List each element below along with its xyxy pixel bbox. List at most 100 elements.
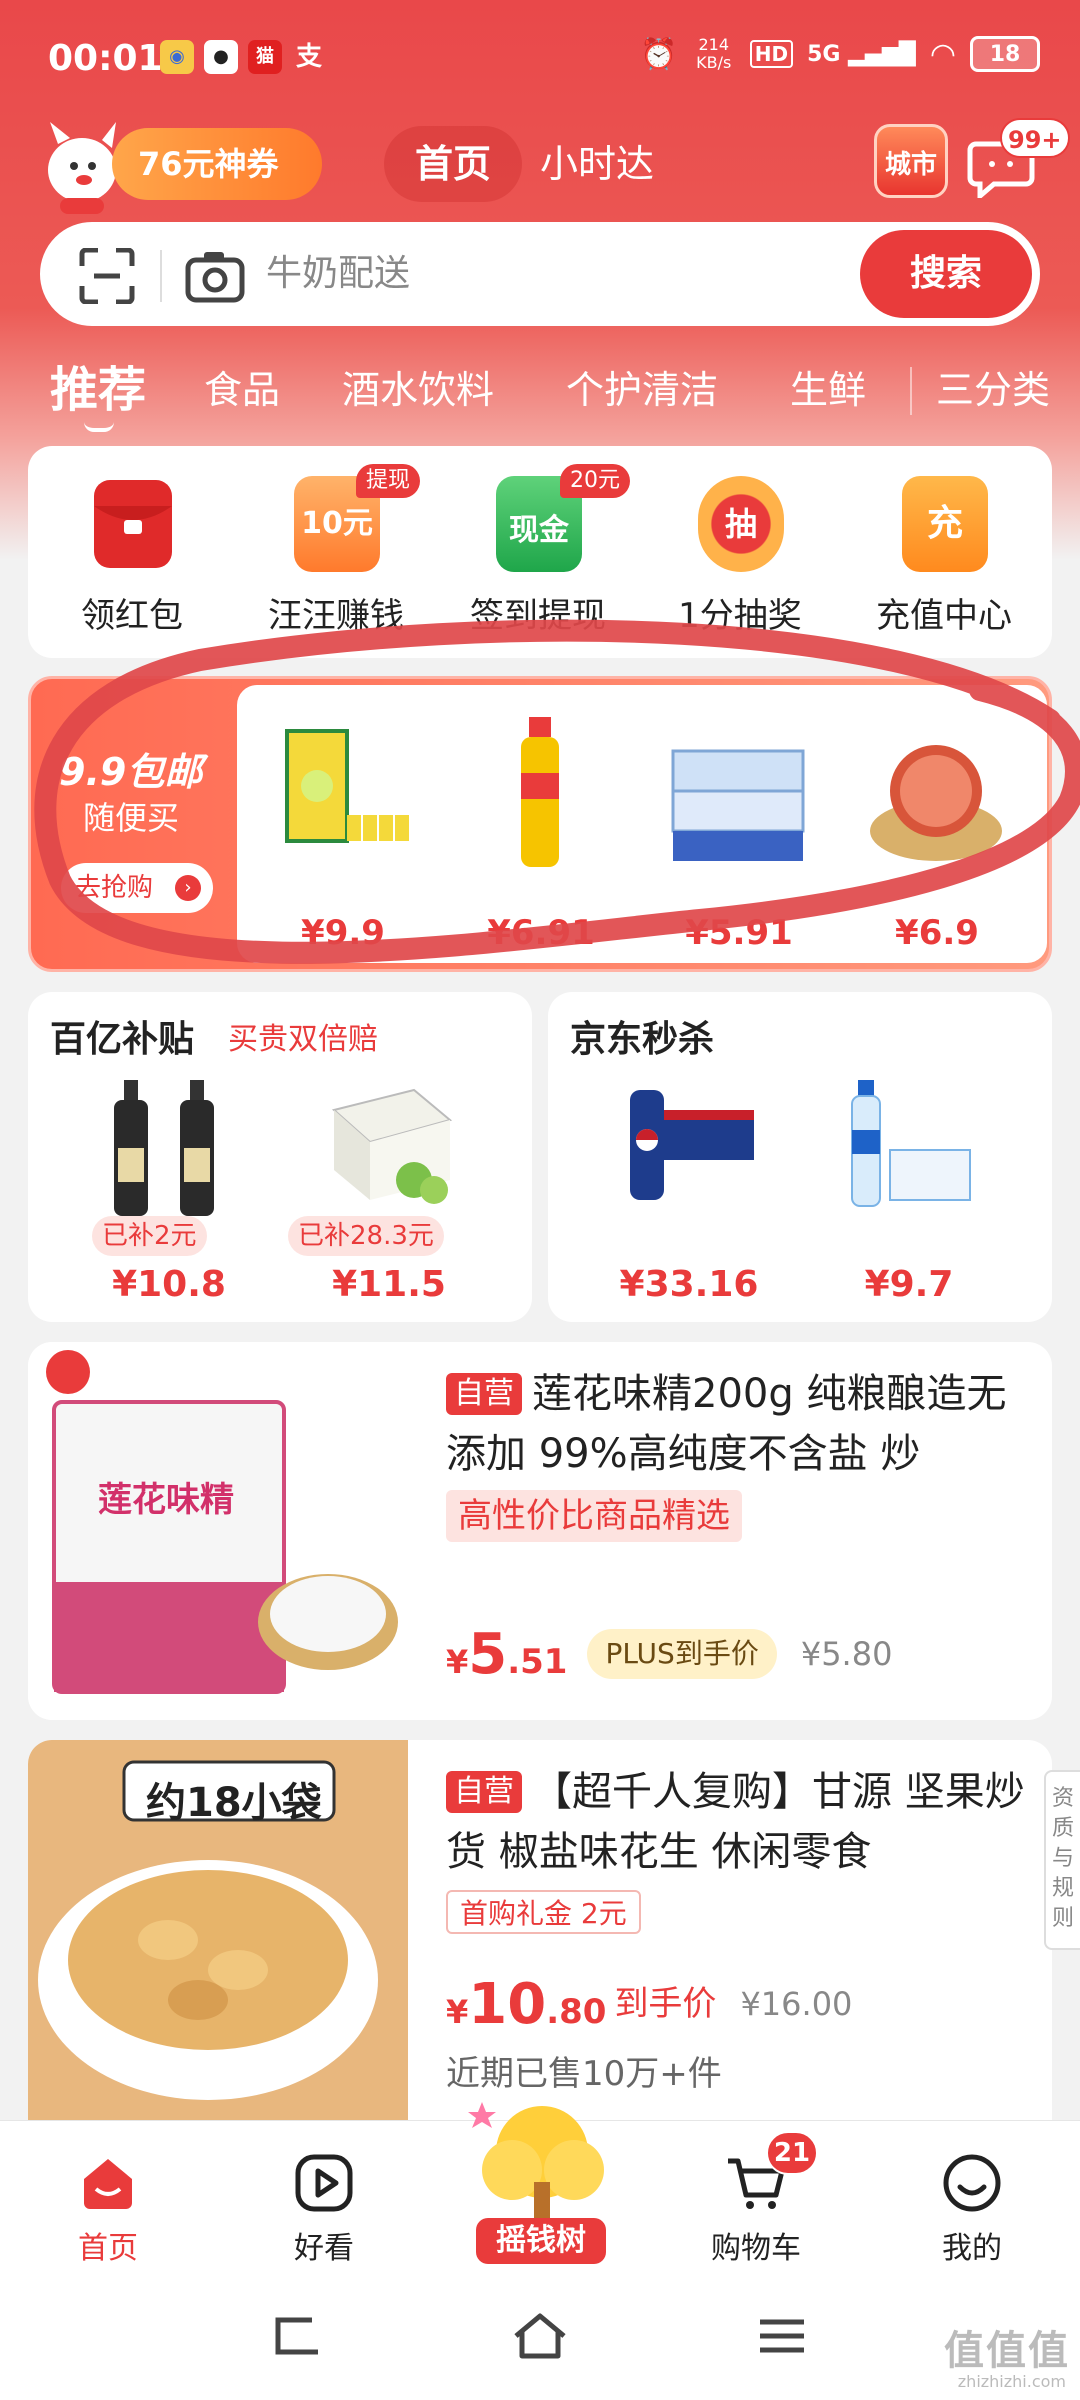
tmall-icon: 猫: [248, 40, 282, 74]
category-tabs: 推荐 食品 酒水饮料 个护清洁 生鲜 三分类: [0, 345, 1080, 435]
quick-lottery-label: 1分抽奖: [678, 596, 802, 636]
qualification-rules-tab[interactable]: 资质与规则: [1044, 1770, 1080, 1950]
lottery-icon: 抽: [698, 476, 784, 572]
deal-item-price: ¥6.91: [487, 913, 595, 953]
home-system-icon[interactable]: [510, 2306, 570, 2366]
product-title[interactable]: 自营 【超千人复购】甘源 坚果炒货 椒盐味花生 休闲零食: [446, 1762, 1046, 1882]
battery-icon: 18: [970, 36, 1040, 72]
deal-title: 9.9包邮: [59, 750, 203, 794]
play-nav-icon: [295, 2154, 353, 2212]
nav-cart-label: 购物车: [711, 2231, 801, 2266]
deal-item[interactable]: ¥6.9: [847, 701, 1027, 961]
deal-subtitle: 随便买: [83, 799, 180, 837]
tab-drinks[interactable]: 酒水饮料: [342, 345, 494, 435]
net-speed: 214 KB/s: [696, 35, 732, 72]
quick-red-packet[interactable]: 领红包: [42, 476, 222, 656]
profile-nav-icon: [943, 2154, 1001, 2212]
nav-profile-label: 我的: [942, 2231, 1002, 2266]
back-icon[interactable]: [268, 2306, 328, 2366]
all-categories-button[interactable]: 三分类: [936, 345, 1050, 435]
alarm-icon: ⏰: [640, 36, 678, 72]
app-header: 76元神券 首页 小时达 城市 99+: [0, 118, 1080, 228]
cooking-oil-image: [521, 717, 559, 867]
dried-persimmon-image: [870, 745, 1002, 861]
tab-home[interactable]: 首页: [384, 126, 522, 202]
product-tag: 高性价比商品精选: [446, 1490, 742, 1542]
tab-fresh[interactable]: 生鲜: [790, 345, 866, 435]
tab-separator: [910, 367, 912, 415]
seckill-card[interactable]: 京东秒杀 ¥33.16 ¥9.7: [548, 992, 1052, 1322]
quick-earn-money-label: 汪汪赚钱: [268, 596, 404, 636]
cart-badge: 21: [766, 2131, 818, 2175]
product-card[interactable]: 莲花味精 自营 莲花味精200g 纯粮酿造无添加 99%高纯度不含盐 炒 高性价比…: [28, 1342, 1052, 1720]
coupon-button[interactable]: 76元神券: [112, 128, 322, 200]
nav-money-tree[interactable]: 摇钱树: [476, 2218, 606, 2264]
product-card[interactable]: 约18小袋 自营 【超千人复购】甘源 坚果炒货 椒盐味花生 休闲零食 首购礼金 2…: [28, 1740, 1052, 2120]
deal-item[interactable]: ¥9.9: [253, 701, 433, 961]
tab-personal-care[interactable]: 个护清洁: [566, 345, 718, 435]
seckill-title: 京东秒杀: [570, 1019, 715, 1060]
city-market-button[interactable]: 城市: [874, 124, 948, 198]
final-price-label: 到手价: [614, 1984, 717, 2024]
watermark: 值值值: [944, 2328, 1070, 2374]
tab-hourly-delivery[interactable]: 小时达: [540, 126, 654, 202]
deal-banner[interactable]: 9.9包邮 随便买 去抢购 › ¥9.9 ¥6.91 ¥5.91 ¥6.9: [28, 676, 1052, 972]
product-image: [28, 1342, 408, 1720]
home-nav-icon: [84, 2159, 132, 2209]
product-tag: 首购礼金 2元: [446, 1890, 641, 1934]
status-time: 00:01: [48, 38, 163, 79]
product-title[interactable]: 自营 莲花味精200g 纯粮酿造无添加 99%高纯度不含盐 炒: [446, 1364, 1046, 1484]
nav-profile[interactable]: 我的: [892, 2151, 1052, 2267]
pepsi-case-image: [630, 1090, 754, 1200]
quick-lottery[interactable]: 抽 1分抽奖: [650, 476, 830, 656]
subsidy-card[interactable]: 百亿补贴 买贵双倍赔 已补2元 ¥10.8 已补28.3元 ¥11.5: [28, 992, 532, 1322]
quick-earn-money[interactable]: 10元 提现 汪汪赚钱: [246, 464, 426, 656]
subsidy-price: ¥10.8: [112, 1264, 226, 1305]
product-image-label: 莲花味精: [98, 1480, 234, 1520]
search-bar[interactable]: 牛奶配送 搜索: [40, 222, 1040, 326]
water-pack-image: [851, 1080, 971, 1207]
product-price: ¥10.80 到手价 ¥16.00: [446, 1972, 853, 2037]
nav-videos[interactable]: 好看: [244, 2151, 404, 2267]
seckill-price: ¥33.16: [619, 1264, 759, 1305]
search-input[interactable]: 牛奶配送: [266, 226, 410, 322]
chevron-right-icon: ›: [175, 875, 201, 901]
product-price: ¥5.51 PLUS到手价 ¥5.80: [446, 1622, 893, 1687]
subsidy-title: 百亿补贴: [50, 1019, 195, 1060]
deal-buy-button[interactable]: 去抢购 ›: [61, 863, 213, 913]
subsidy-subtitle: 买贵双倍赔: [228, 1022, 378, 1057]
nav-videos-label: 好看: [294, 2231, 354, 2266]
search-button[interactable]: 搜索: [860, 230, 1032, 318]
subsidy-item[interactable]: 已补2元 ¥10.8: [64, 1070, 274, 1320]
deal-info: 9.9包邮 随便买 去抢购 ›: [31, 679, 236, 969]
seckill-item[interactable]: ¥33.16: [584, 1070, 794, 1320]
lemon-tea-image: [285, 729, 409, 843]
seckill-item[interactable]: ¥9.7: [804, 1070, 1014, 1320]
camera-icon[interactable]: [184, 248, 246, 304]
qq-icon: ●: [204, 40, 238, 74]
self-operated-badge: 自营: [446, 1771, 522, 1813]
product-title-text: 【超千人复购】甘源 坚果炒货 椒盐味花生 休闲零食: [446, 1769, 1025, 1875]
watermark-url: zhizhizhi.com: [957, 2372, 1066, 2391]
deal-item[interactable]: ¥6.91: [451, 701, 631, 961]
tab-food[interactable]: 食品: [204, 345, 280, 435]
signal-icon: 5G ▂▄▆█: [807, 41, 916, 67]
alipay-icon: 支: [295, 42, 322, 72]
status-bar: 00:01 ◉ ● 猫 支 ⏰ 214 KB/s HD 5G ▂▄▆█ ◠ 18: [0, 0, 1080, 120]
quick-checkin-tag: 20元: [560, 464, 630, 498]
recharge-icon: 充: [902, 476, 988, 572]
quick-recharge[interactable]: 充 充值中心: [854, 476, 1034, 656]
original-price: ¥16.00: [740, 1985, 853, 2023]
scan-icon[interactable]: [78, 248, 136, 304]
nav-home[interactable]: 首页: [28, 2151, 188, 2267]
subsidy-item[interactable]: 已补28.3元 ¥11.5: [284, 1070, 494, 1320]
city-market-label: 城市: [884, 150, 937, 180]
tissue-pack-image: [671, 749, 805, 861]
deal-item[interactable]: ¥5.91: [649, 701, 829, 961]
subsidy-tag: 已补28.3元: [288, 1216, 444, 1256]
quick-checkin-cash[interactable]: 现金 20元 签到提现: [448, 464, 630, 656]
wifi-icon: ◠: [929, 36, 956, 72]
nav-cart[interactable]: 购物车: [676, 2151, 836, 2267]
menu-icon[interactable]: [752, 2306, 812, 2366]
orange-box-image: [331, 1088, 453, 1204]
